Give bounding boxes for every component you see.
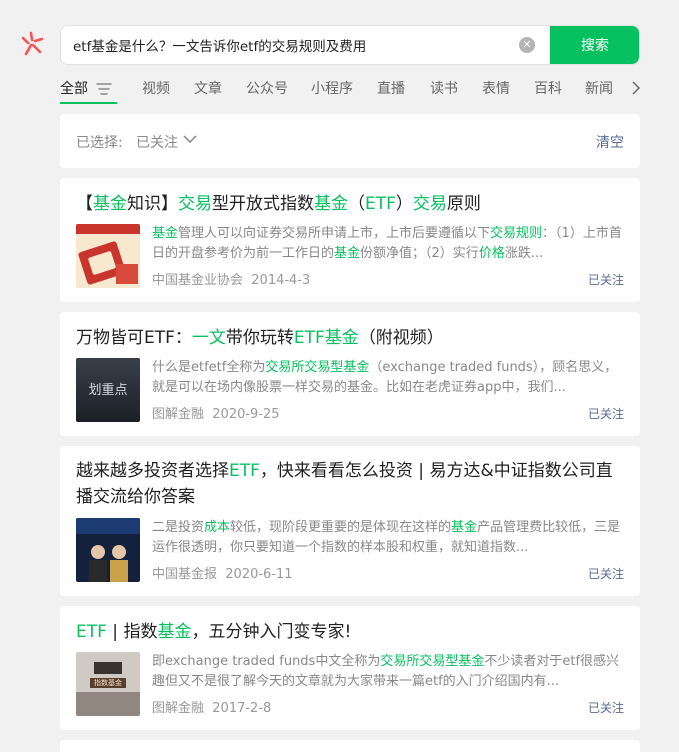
thumbnail-text: 指数基金 <box>94 678 122 687</box>
text-segment: | 指数 <box>106 622 158 642</box>
highlight-keyword: 基金 <box>152 226 179 241</box>
highlight-keyword: ETF <box>365 194 396 214</box>
text-segment: （ <box>348 194 365 214</box>
tab-video[interactable]: 视频 <box>142 78 170 106</box>
result-card[interactable]: ETF | 指数基金，五分钟入门变专家! 指数基金 即exchange trad… <box>60 606 640 730</box>
thumbnail-text: 划重点 <box>88 382 127 398</box>
result-source-name: 图解金融 <box>152 701 205 716</box>
text-segment: 什么是etfetf全称为 <box>152 360 266 375</box>
top-bar: ✕ 搜索 全部 视频 文章 公众号 小程序 直播 读书 表情 百科 新闻 <box>0 0 679 112</box>
result-date: 2014-4-3 <box>251 273 311 288</box>
result-card[interactable] <box>60 740 640 752</box>
result-title[interactable]: 越来越多投资者选择ETF，快来看看怎么投资 | 易方达&中证指数公司直播交流给你… <box>76 458 624 510</box>
text-segment: 涨跌... <box>504 246 544 261</box>
tab-news[interactable]: 新闻 <box>585 78 613 106</box>
tab-bar: 全部 视频 文章 公众号 小程序 直播 读书 表情 百科 新闻 <box>60 78 679 108</box>
followed-badge[interactable]: 已关注 <box>588 405 624 422</box>
highlight-keyword: 交易 <box>412 194 447 214</box>
search-input[interactable] <box>61 26 549 64</box>
text-segment: ，五分钟入门变专家! <box>191 622 352 642</box>
text-segment: 份额净值；（2）实行 <box>360 246 479 261</box>
chevron-down-icon[interactable] <box>183 134 197 144</box>
clear-filter-button[interactable]: 清空 <box>596 132 624 152</box>
result-thumbnail[interactable] <box>76 224 140 288</box>
highlight-keyword: 一文 <box>191 328 226 348</box>
highlight-keyword: 基金 <box>157 622 192 642</box>
highlight-keyword: 交易所交易型基金 <box>265 360 370 375</box>
wechat-search-logo-icon[interactable] <box>18 30 46 58</box>
filter-label: 已选择: <box>76 135 123 151</box>
result-thumbnail[interactable] <box>76 518 140 582</box>
result-snippet: 什么是etfetf全称为交易所交易型基金（exchange traded fun… <box>152 358 624 398</box>
result-date: 2020-6-11 <box>225 567 293 582</box>
tab-article[interactable]: 文章 <box>194 78 222 106</box>
search-box: ✕ 搜索 <box>60 25 640 65</box>
text-segment: 型开放式指数 <box>212 194 314 214</box>
tab-official-account[interactable]: 公众号 <box>246 78 288 106</box>
result-card[interactable]: 越来越多投资者选择ETF，快来看看怎么投资 | 易方达&中证指数公司直播交流给你… <box>60 446 640 596</box>
text-segment: 原则 <box>446 194 481 214</box>
followed-badge[interactable]: 已关注 <box>588 271 624 288</box>
highlight-keyword: 价格 <box>478 246 505 261</box>
result-snippet: 基金管理人可以向证券交易所申请上市，上市后要遵循以下交易规则：（1）上市首日的开… <box>152 224 624 264</box>
highlight-keyword: 基金 <box>451 520 478 535</box>
tab-mini-program[interactable]: 小程序 <box>311 78 353 106</box>
text-segment: 带你玩转 <box>225 328 294 348</box>
text-segment: 二是投资 <box>152 520 205 535</box>
text-segment: 越来越多投资者选择 <box>76 461 229 481</box>
result-thumbnail[interactable]: 划重点 <box>76 358 140 422</box>
result-snippet: 二是投资成本较低，现阶段更重要的是体现在这样的基金产品管理费比较低，三是运作很透… <box>152 518 624 558</box>
highlight-keyword: ETF <box>229 461 260 481</box>
highlight-keyword: 交易规则 <box>490 226 543 241</box>
filter-bar: 已选择: 已关注 清空 <box>60 114 640 168</box>
result-card[interactable]: 万物皆可ETF：一文带你玩转ETF基金（附视频） 划重点 什么是etfetf全称… <box>60 312 640 436</box>
highlight-keyword: 交易所交易型基金 <box>380 654 485 669</box>
highlight-keyword: 基金 <box>93 194 127 214</box>
text-segment: 即exchange traded funds中文全称为 <box>152 654 381 669</box>
highlight-keyword: 基金 <box>334 246 361 261</box>
text-segment: 管理人可以向证券交易所申请上市，上市后要遵循以下 <box>178 226 491 241</box>
text-segment: 万物皆可ETF： <box>76 328 192 348</box>
text-segment: 知识】 <box>127 194 178 214</box>
text-segment: 较低，现阶段更重要的是体现在这样的 <box>230 520 452 535</box>
search-button[interactable]: 搜索 <box>550 26 639 64</box>
filter-icon[interactable] <box>96 82 112 96</box>
filter-value[interactable]: 已关注 <box>136 132 178 152</box>
result-title[interactable]: 【基金知识】交易型开放式指数基金（ETF）交易原则 <box>76 191 624 217</box>
tab-encyclopedia[interactable]: 百科 <box>534 78 562 106</box>
result-date: 2017-2-8 <box>212 701 272 716</box>
tab-reading[interactable]: 读书 <box>430 78 458 106</box>
result-title[interactable]: 万物皆可ETF：一文带你玩转ETF基金（附视频） <box>76 325 624 351</box>
result-source-name: 图解金融 <box>152 407 205 422</box>
result-card[interactable]: 【基金知识】交易型开放式指数基金（ETF）交易原则 基金管理人可以向证券交易所申… <box>60 178 640 302</box>
followed-badge[interactable]: 已关注 <box>588 699 624 716</box>
result-date: 2020-9-25 <box>212 407 280 422</box>
tab-live[interactable]: 直播 <box>377 78 405 106</box>
highlight-keyword: ETF基金 <box>293 328 359 348</box>
followed-badge[interactable]: 已关注 <box>588 565 624 582</box>
clear-icon[interactable]: ✕ <box>519 37 535 53</box>
chevron-right-icon[interactable] <box>631 81 641 95</box>
result-source: 中国基金业协会 2014-4-3 <box>152 269 310 288</box>
result-source-name: 中国基金报 <box>152 567 218 582</box>
result-source-name: 中国基金业协会 <box>152 273 244 288</box>
result-source: 中国基金报 2020-6-11 <box>152 563 293 582</box>
highlight-keyword: 基金 <box>314 194 348 214</box>
highlight-keyword: 成本 <box>204 520 231 535</box>
text-segment: （附视频） <box>358 328 444 348</box>
text-segment: ） <box>395 194 413 214</box>
tab-sticker[interactable]: 表情 <box>482 78 510 106</box>
highlight-keyword: ETF <box>76 622 107 642</box>
active-tab-underline <box>60 102 117 104</box>
text-segment: 【 <box>76 194 93 214</box>
result-snippet: 即exchange traded funds中文全称为交易所交易型基金不少读者对… <box>152 652 624 692</box>
result-source: 图解金融 2020-9-25 <box>152 403 280 422</box>
result-thumbnail[interactable]: 指数基金 <box>76 652 140 716</box>
highlight-keyword: 交易 <box>178 194 212 214</box>
result-source: 图解金融 2017-2-8 <box>152 697 271 716</box>
result-title[interactable]: ETF | 指数基金，五分钟入门变专家! <box>76 619 624 645</box>
